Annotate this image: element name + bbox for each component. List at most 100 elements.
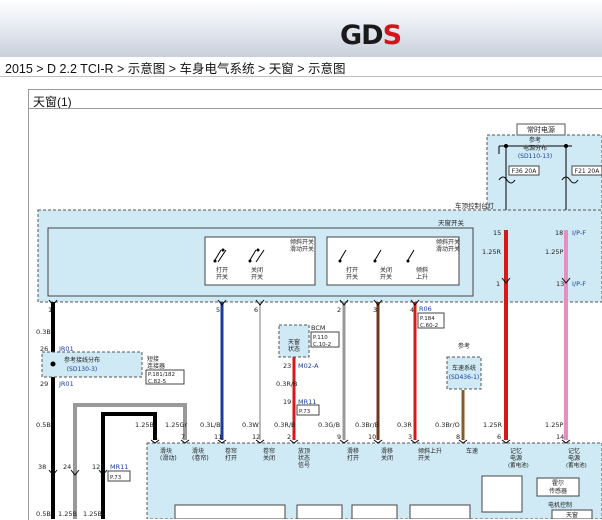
bcm-label: BCM (311, 324, 326, 332)
page-ref[interactable]: P.181/182 (148, 372, 175, 378)
wire-gauge: 1.25P (545, 248, 563, 256)
roof-console-label: 车顶控制台灯 (455, 201, 495, 210)
pin-label: 12 (92, 463, 100, 471)
label: 打开 (347, 454, 359, 462)
inner-block (409, 504, 471, 519)
label: 倾斜开关 (290, 238, 314, 246)
connector-label[interactable]: R06 (419, 305, 432, 313)
pin-label: 26 (40, 345, 48, 353)
label: 连接器 (147, 362, 165, 370)
wire-gauge: 0.3G/B (318, 421, 340, 429)
label: 天窗 (566, 511, 578, 519)
page-ref[interactable]: C.10-2 (313, 342, 331, 348)
wire-gauge: 0.3L/B (200, 421, 221, 429)
page-ref[interactable]: P.110 (313, 335, 328, 341)
page-ref[interactable]: P.73 (299, 409, 311, 415)
pin-label: 23 (283, 362, 291, 370)
label: 倾斜开关 (436, 238, 460, 246)
pin-label: 1 (496, 280, 500, 288)
joint-connector (41, 351, 143, 378)
label: 打开 (216, 266, 228, 274)
label: 电机控制 (548, 501, 572, 509)
label: 记忆 (568, 447, 580, 455)
label: 倾斜 (416, 266, 428, 274)
connector-label[interactable]: MR11 (110, 463, 128, 471)
wire-gauge: 0.3Br/B (355, 421, 379, 429)
label: 滑动开关 (436, 245, 460, 253)
pin-label: 1 (154, 433, 158, 441)
label: 开关 (251, 273, 263, 281)
label: 卷帘 (263, 447, 275, 455)
wire-gauge: 1.25P (545, 421, 563, 429)
label: 霍尔 (552, 479, 564, 487)
label: (蓄电池) (508, 461, 529, 469)
pin-label: 12 (252, 433, 260, 441)
label: 滑动开关 (290, 245, 314, 253)
label: 状态 (298, 454, 310, 462)
pin-label: 7 (181, 433, 185, 441)
label: 开关 (216, 273, 228, 281)
label: 关闭 (381, 454, 393, 462)
label: 关闭 (251, 266, 263, 274)
label: 开关 (418, 454, 430, 462)
fuse-f21-label: F21 20A (575, 168, 601, 175)
inner-block (481, 475, 523, 513)
connector-label[interactable]: JR01 (58, 345, 74, 353)
roof-console-module (37, 209, 602, 303)
wire-gauge: 0.3B (36, 328, 51, 336)
wire-gauge: 1.25R (482, 248, 501, 256)
page-ref[interactable]: P.184 (420, 316, 435, 322)
pin-label: 15 (493, 229, 501, 237)
wire-gauge: 1.25R (483, 421, 502, 429)
pin-label: 38 (38, 463, 46, 471)
pin-label: 29 (40, 380, 48, 388)
pin-label: 6 (254, 306, 258, 314)
speed-ref-box (446, 356, 482, 390)
junction-dot (50, 361, 56, 367)
wire-gauge: 0.3Br/O (435, 421, 460, 429)
label: 关闭 (380, 266, 392, 274)
label: 开关 (346, 273, 358, 281)
pin-label: 13 (556, 280, 564, 288)
wire-gauge: 0.3R/B (276, 380, 298, 388)
wire-gauge: 1.25B (83, 510, 102, 518)
label: 卷帘 (225, 447, 237, 455)
label: 天窗 (288, 338, 300, 346)
page-ref[interactable]: C.60-2 (420, 323, 438, 329)
pin-label: 18 (555, 229, 563, 237)
label: 滑块 (192, 447, 204, 455)
wire-gauge: 0.3R/B (274, 421, 296, 429)
ref-link[interactable]: (SD130-3) (67, 366, 98, 373)
label: 滑移 (347, 447, 359, 455)
connector-label[interactable]: I/P-F (572, 280, 586, 288)
label: (滑动) (160, 454, 177, 462)
label: 信号 (298, 461, 310, 469)
connector-label[interactable]: JR01 (58, 380, 74, 388)
pin-label: 14 (556, 433, 564, 441)
ref-text: 车速系统 (452, 364, 476, 372)
pin-label: 2 (337, 306, 341, 314)
pin-label: 19 (283, 398, 291, 406)
ref-link[interactable]: (SD110-13) (518, 153, 552, 160)
label: 打开 (225, 454, 237, 462)
pin-label: 5 (216, 306, 220, 314)
wire-gauge: 0.5B (36, 421, 51, 429)
ref-link[interactable]: (SD436-1) (449, 374, 480, 381)
wire-gauge: 1.25B (58, 510, 77, 518)
label: 记忆 (510, 447, 522, 455)
connector-label[interactable]: I/P-F (572, 229, 586, 237)
wire-gauge: 1.25Gr (165, 421, 188, 429)
label: 打开 (346, 266, 358, 274)
pin-label: 6 (497, 433, 501, 441)
pin-label: 24 (63, 463, 71, 471)
connector-label[interactable]: M02-A (298, 362, 319, 370)
label: (卷帘) (192, 454, 209, 462)
pin-label: 10 (368, 433, 376, 441)
sunroof-switch-label: 天窗开关 (438, 218, 465, 227)
page-ref[interactable]: C.82-5 (148, 379, 167, 385)
label: 关闭 (263, 454, 275, 462)
page-ref[interactable]: P.73 (110, 475, 122, 481)
label: 车速 (466, 447, 478, 455)
inner-block (296, 504, 343, 519)
label: 短接 (147, 355, 159, 363)
